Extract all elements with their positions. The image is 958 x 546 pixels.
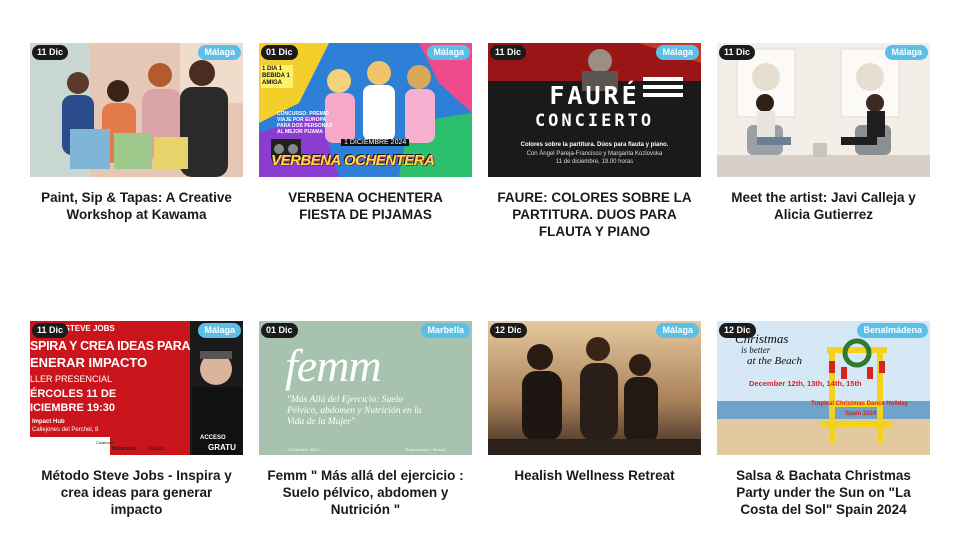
poster-line: ACCESO [200, 435, 226, 441]
event-title[interactable]: Salsa & Bachata Christmas Party under th… [717, 467, 930, 518]
event-image[interactable]: 11 Dic Málaga [717, 43, 930, 177]
event-card-meet-the-artist[interactable]: 11 Dic Málaga Meet the artist: Javi Call… [717, 43, 930, 223]
event-card-faure-concierto[interactable]: FAURÉ CONCIERTO Colores sobre la partitu… [488, 43, 701, 240]
poster-line: Callejones del Perchel, 8 [32, 427, 99, 433]
poster-contest-text: CONCURSO: PREMIO VIAJE POR EUROPA PARA D… [277, 111, 333, 135]
event-image[interactable]: 11 Dic Málaga [30, 43, 243, 177]
poster-line: Metacards [112, 446, 137, 452]
date-badge: 11 Dic [490, 45, 527, 60]
city-badge: Málaga [656, 323, 699, 338]
poster-sub2: Con Ángel Pareja-Francisco y Margarita K… [526, 151, 663, 157]
poster-big-title: femm [285, 340, 382, 391]
city-badge: Málaga [885, 45, 928, 60]
event-image[interactable]: femm "Más Allá del Ejercicio: Suelo Pélv… [259, 321, 472, 455]
event-title[interactable]: Healish Wellness Retreat [488, 467, 701, 484]
poster-line: ÉRCOLES 11 DE [30, 388, 117, 400]
city-badge: Málaga [427, 45, 470, 60]
poster-corner-tag: 1 DIA 1 BEBIDA 1 AMIGA [261, 65, 293, 88]
event-card-metodo-steve-jobs[interactable]: ÉTODO STEVE JOBS SPIRA Y CREA IDEAS PARA… [30, 321, 243, 518]
event-card-salsa-bachata-christmas[interactable]: Christmas is better at the Beach Decembe… [717, 321, 930, 518]
event-image[interactable]: Christmas is better at the Beach Decembe… [717, 321, 930, 455]
date-badge: 01 Dic [261, 45, 298, 60]
poster-footer-left: 1 Diciembre 2024 / ... [287, 447, 326, 452]
poster-date-line: 1 DICIEMBRE 2024 [341, 139, 410, 146]
poster-line: at the Beach [747, 355, 802, 367]
event-card-paint-sip[interactable]: 11 Dic Málaga Paint, Sip & Tapas: A Crea… [30, 43, 243, 223]
poster-line: ENERAR IMPACTO [30, 355, 148, 370]
event-image[interactable]: 12 Dic Málaga [488, 321, 701, 455]
city-badge: Málaga [198, 323, 241, 338]
date-badge: 12 Dic [490, 323, 527, 338]
poster-subtitle: "Más Allá del Ejercicio: Suelo Pélvico, … [287, 395, 422, 427]
poster-line: Colaboran: [96, 440, 116, 445]
city-badge: Benalmádena [857, 323, 928, 338]
event-title[interactable]: VERBENA OCHENTERA FIESTA DE PIJAMAS [259, 189, 472, 223]
event-card-femm[interactable]: femm "Más Allá del Ejercicio: Suelo Pélv… [259, 321, 472, 518]
event-image[interactable]: FAURÉ CONCIERTO Colores sobre la partitu… [488, 43, 701, 177]
poster-line: Impact Hub [32, 419, 65, 425]
event-photo-illustration [488, 321, 701, 455]
poster-line: Spain 2024 [845, 411, 877, 417]
date-badge: 11 Dic [32, 323, 69, 338]
poster-line: GRATU [208, 443, 236, 452]
poster-line: is better [741, 345, 771, 355]
city-badge: Málaga [656, 45, 699, 60]
event-image[interactable]: ÉTODO STEVE JOBS SPIRA Y CREA IDEAS PARA… [30, 321, 243, 455]
event-title[interactable]: Femm " Más allá del ejercicio : Suelo pé… [259, 467, 472, 518]
poster-dates: December 12th, 13th, 14th, 15th [749, 379, 862, 388]
event-title[interactable]: FAURE: COLORES SOBRE LA PARTITURA. DUOS … [488, 189, 701, 240]
poster-sub1: Colores sobre la partitura. Dúos para fl… [520, 142, 669, 148]
event-title[interactable]: Método Steve Jobs - Inspira y crea ideas… [30, 467, 243, 518]
poster-footer-right: Ticket events + Brunch [405, 447, 446, 452]
poster-headline: VERBENA OCHENTERA [271, 152, 435, 169]
poster-line: ICIEMBRE 19:30 [30, 402, 115, 414]
event-title[interactable]: Paint, Sip & Tapas: A Creative Workshop … [30, 189, 243, 223]
poster-line: LLER PRESENCIAL [30, 374, 113, 384]
date-badge: 01 Dic [261, 323, 298, 338]
event-photo-illustration [717, 43, 930, 177]
event-title[interactable]: Meet the artist: Javi Calleja y Alicia G… [717, 189, 930, 223]
date-badge: 11 Dic [32, 45, 69, 60]
poster-line: Tropical Christmas Dance Holiday [811, 401, 909, 407]
city-badge: Marbella [421, 323, 470, 338]
event-photo-illustration [30, 43, 243, 177]
date-badge: 12 Dic [719, 323, 756, 338]
event-image[interactable]: 1 DIA 1 BEBIDA 1 AMIGA CONCURSO: PREMIO … [259, 43, 472, 177]
event-card-healish-wellness[interactable]: 12 Dic Málaga Healish Wellness Retreat [488, 321, 701, 484]
poster-line: Málaga [148, 446, 165, 452]
poster-title-line1: FAURÉ [549, 81, 640, 110]
event-card-verbena-ochentera[interactable]: 1 DIA 1 BEBIDA 1 AMIGA CONCURSO: PREMIO … [259, 43, 472, 223]
poster-title-line2: CONCIERTO [534, 111, 655, 131]
poster-line: SPIRA Y CREA IDEAS PARA [30, 339, 191, 353]
date-badge: 11 Dic [719, 45, 756, 60]
poster-sub3: 11 de diciembre, 19.00 horas [555, 159, 634, 165]
city-badge: Málaga [198, 45, 241, 60]
